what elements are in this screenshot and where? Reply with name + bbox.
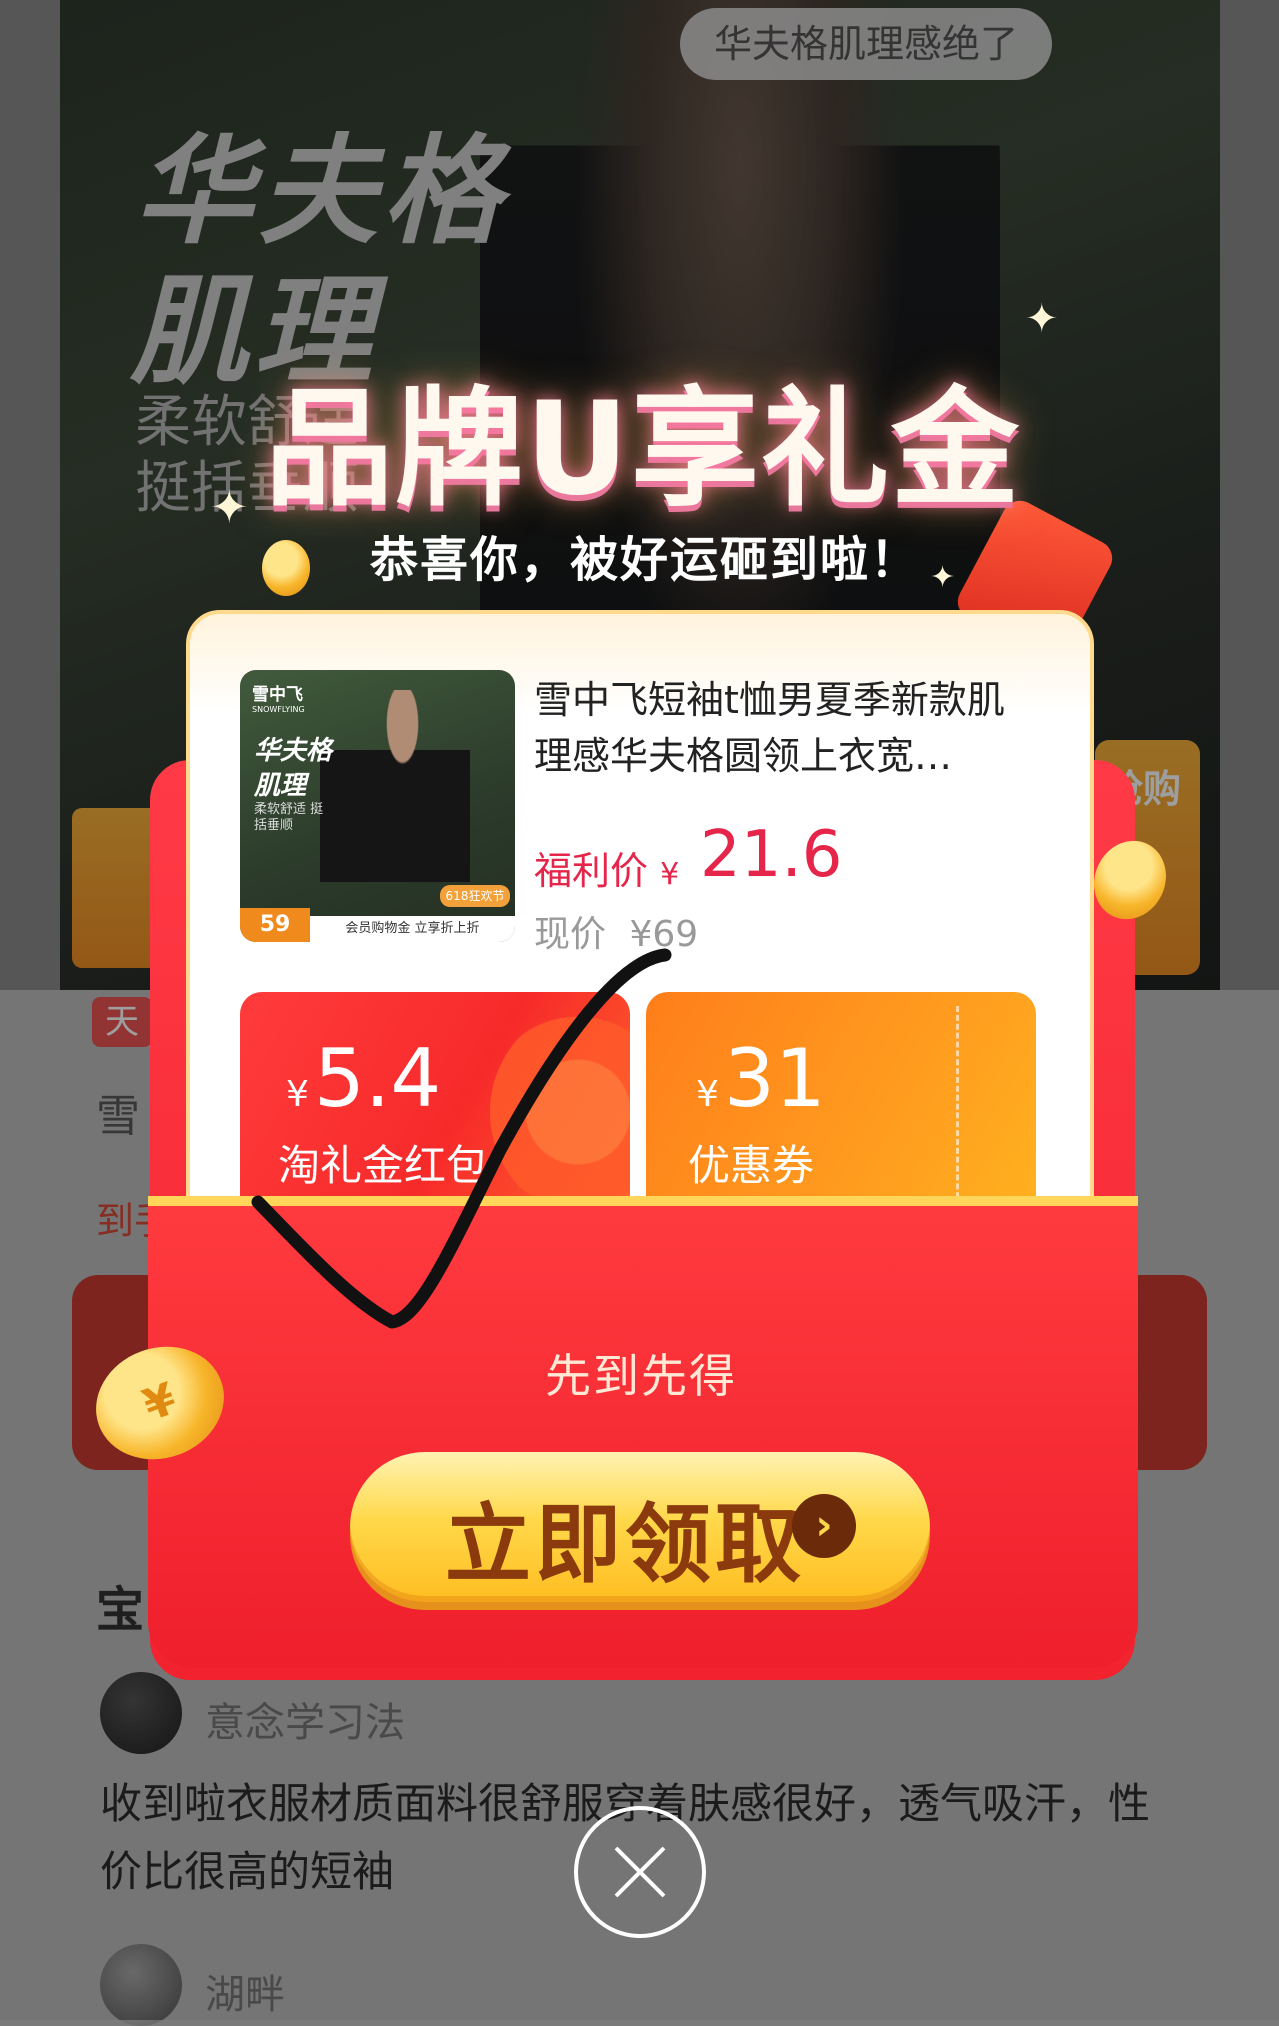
price-badge: 59	[240, 908, 310, 942]
welfare-price: 21.6	[700, 818, 843, 892]
currency-symbol: ¥	[286, 1074, 309, 1115]
sparkle-icon: ✦	[1025, 296, 1059, 342]
welfare-price-label: 福利价 ¥	[534, 840, 679, 895]
promo-badge: 618狂欢节	[440, 885, 510, 907]
product-thumbnail[interactable]: 雪中飞 SNOWFLYING 华夫格 肌理 柔软舒适 挺括垂顺 618狂欢节 5…	[240, 670, 515, 942]
popup-subtitle: 恭喜你，被好运砸到啦！	[370, 532, 921, 588]
brand-logo-cn: 雪中飞	[252, 685, 303, 705]
brand-logo-en: SNOWFLYING	[252, 705, 305, 714]
first-come-notice: 先到先得	[545, 1349, 737, 1403]
currency-symbol: ¥	[660, 857, 680, 892]
claim-now-button[interactable]: 立即领取 ›	[350, 1452, 930, 1602]
popup-title: 品牌U享礼金	[265, 375, 1021, 524]
coupon-value: 31	[724, 1032, 826, 1125]
brand-logo: 雪中飞 SNOWFLYING	[252, 680, 305, 714]
coupon-value: 5.4	[314, 1032, 442, 1125]
tao-gift-coupon[interactable]: ¥ 5.4 淘礼金红包	[240, 992, 630, 1230]
welfare-label-text: 福利价	[534, 849, 649, 893]
discount-coupon[interactable]: ¥ 31 优惠券	[646, 992, 1036, 1230]
currency-symbol: ¥	[696, 1074, 719, 1115]
claim-button-label: 立即领取	[445, 1495, 805, 1595]
coupon-amount: ¥ 5.4	[286, 1032, 441, 1125]
chevron-right-icon: ›	[792, 1494, 856, 1558]
current-price-value: ¥69	[629, 914, 699, 955]
product-title[interactable]: 雪中飞短袖t恤男夏季新款肌理感华夫格圆领上衣宽…	[534, 672, 1034, 784]
coupon-label: 淘礼金红包	[278, 1141, 489, 1190]
sparkle-icon: ✦	[930, 560, 956, 595]
sparkle-icon: ✦	[210, 480, 249, 534]
current-price: 现价 ¥69	[534, 905, 698, 957]
member-strip: 会员购物金 立享折上折	[310, 916, 515, 942]
coupon-decoration	[490, 1002, 630, 1222]
thumb-sub: 柔软舒适 挺括垂顺	[254, 802, 324, 833]
coupon-label: 优惠券	[688, 1141, 815, 1190]
close-button[interactable]	[574, 1806, 706, 1938]
current-price-label: 现价	[534, 914, 607, 955]
close-icon	[614, 1846, 666, 1898]
coin-icon	[262, 540, 310, 596]
thumb-title2: 肌理	[254, 771, 307, 801]
thumb-title1: 华夫格	[254, 736, 333, 766]
coupon-divider	[956, 1006, 959, 1216]
coupon-amount: ¥ 31	[696, 1032, 826, 1125]
